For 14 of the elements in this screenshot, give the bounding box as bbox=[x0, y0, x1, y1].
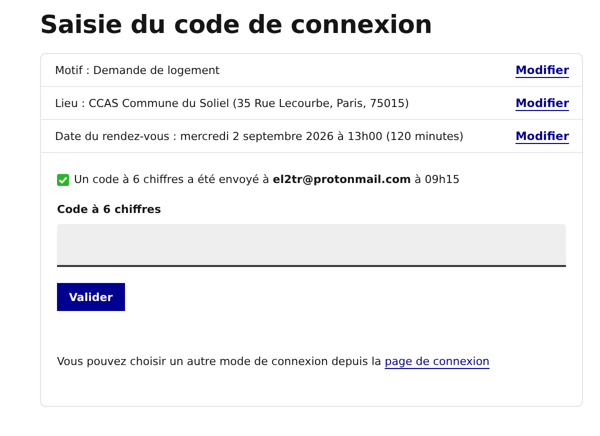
validate-button[interactable]: Valider bbox=[57, 283, 125, 311]
code-input-field[interactable] bbox=[57, 224, 566, 267]
check-icon bbox=[57, 174, 69, 186]
sent-notice: Un code à 6 chiffres a été envoyé à el2tr@protonmail.com à 09h15 bbox=[74, 173, 460, 186]
alternative-text: Vous pouvez choisir un autre mode de connexion depuis la page de connexion bbox=[57, 355, 491, 368]
login-page-link[interactable]: page de connexion bbox=[384, 355, 490, 368]
modify-link[interactable]: Modifier bbox=[515, 96, 569, 110]
field-label: Code à 6 chiffres bbox=[57, 203, 162, 216]
modify-link[interactable]: Modifier bbox=[515, 129, 569, 143]
summary-text: Motif : Demande de logement bbox=[55, 64, 220, 76]
summary-text: Lieu : CCAS Commune du Soliel (35 Rue Lecourbe, Paris, 75015) bbox=[55, 96, 409, 110]
modify-link[interactable]: Modifier bbox=[515, 63, 569, 77]
page-title: Saisie du code de connexion bbox=[40, 10, 434, 39]
summary-text: Date du rendez-vous : mercredi 2 septembre 2026 à 13h00 (120 minutes) bbox=[55, 130, 464, 142]
